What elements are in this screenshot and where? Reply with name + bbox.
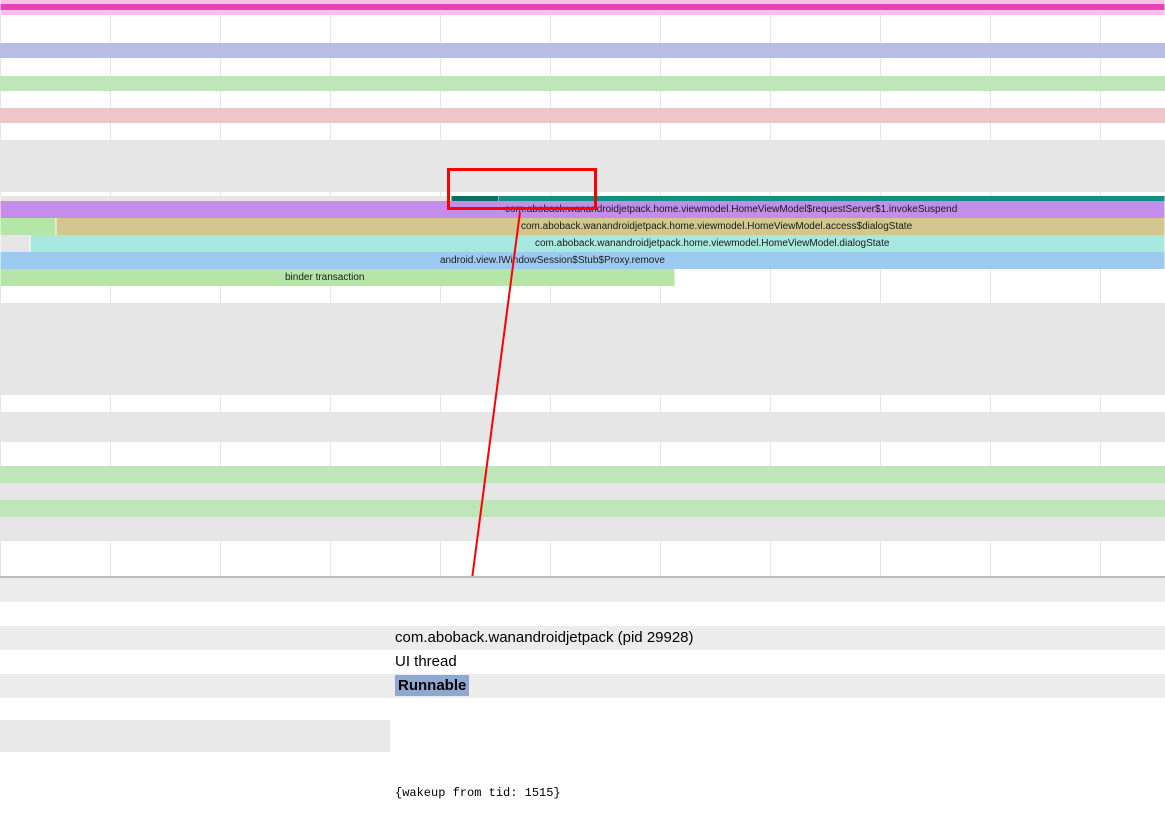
detail-spacer: [0, 602, 1165, 626]
wakeup-text: {wakeup from tid: 1515}: [395, 786, 561, 800]
detail-spacer: [0, 578, 1165, 602]
track-band-grey3[interactable]: [0, 412, 1165, 442]
trace-label: com.aboback.wanandroidjetpack.home.viewm…: [517, 222, 912, 232]
detail-spacer: [0, 698, 1165, 722]
track-band-green2[interactable]: [0, 466, 1165, 483]
trace-seg[interactable]: [0, 218, 56, 235]
trace-timeline[interactable]: com.aboback.wanandroidjetpack.home.viewm…: [0, 0, 1165, 576]
trace-seg-aqua[interactable]: com.aboback.wanandroidjetpack.home.viewm…: [30, 235, 1165, 252]
trace-segment-stripe[interactable]: [0, 4, 1165, 10]
trace-label: binder transaction: [281, 273, 365, 283]
trace-seg[interactable]: [0, 235, 30, 252]
trace-seg-olive[interactable]: com.aboback.wanandroidjetpack.home.viewm…: [56, 218, 1165, 235]
detail-state-row: Runnable: [0, 674, 1165, 698]
detail-panel: com.aboback.wanandroidjetpack (pid 29928…: [0, 576, 1165, 823]
detail-process-row: com.aboback.wanandroidjetpack (pid 29928…: [0, 626, 1165, 650]
track-band-grey4[interactable]: [0, 483, 1165, 500]
detail-process: com.aboback.wanandroidjetpack (pid 29928…: [395, 629, 694, 646]
track-empty: [0, 23, 1165, 43]
trace-label: com.aboback.wanandroidjetpack.home.viewm…: [531, 239, 889, 249]
track-band-grey5[interactable]: [0, 517, 1165, 541]
track-band-green3[interactable]: [0, 500, 1165, 517]
track-row-binder[interactable]: binder transaction: [0, 269, 1165, 286]
trace-label: android.view.IWindowSession$Stub$Proxy.r…: [436, 256, 665, 266]
track-band-pink[interactable]: [0, 0, 1165, 15]
track-band-green1[interactable]: [0, 76, 1165, 91]
detail-state: Runnable: [395, 675, 469, 696]
side-stub: [0, 720, 390, 752]
track-row-invoke[interactable]: com.aboback.wanandroidjetpack.home.viewm…: [0, 201, 1165, 218]
track-row-dialog[interactable]: com.aboback.wanandroidjetpack.home.viewm…: [0, 235, 1165, 252]
track-band-lavender[interactable]: [0, 43, 1165, 58]
trace-seg-blue[interactable]: android.view.IWindowSession$Stub$Proxy.r…: [0, 252, 1165, 269]
track-band-grey-group[interactable]: [0, 140, 1165, 192]
detail-thread-row: UI thread: [0, 650, 1165, 674]
trace-label: com.aboback.wanandroidjetpack.home.viewm…: [501, 205, 957, 215]
detail-thread: UI thread: [395, 653, 457, 670]
track-row-access[interactable]: com.aboback.wanandroidjetpack.home.viewm…: [0, 218, 1165, 235]
trace-seg-binder[interactable]: binder transaction: [0, 269, 675, 286]
track-band-grey2[interactable]: [0, 303, 1165, 395]
trace-seg-purple[interactable]: com.aboback.wanandroidjetpack.home.viewm…: [0, 201, 1165, 218]
track-row-iwindow[interactable]: android.view.IWindowSession$Stub$Proxy.r…: [0, 252, 1165, 269]
track-band-pinkred[interactable]: [0, 108, 1165, 123]
